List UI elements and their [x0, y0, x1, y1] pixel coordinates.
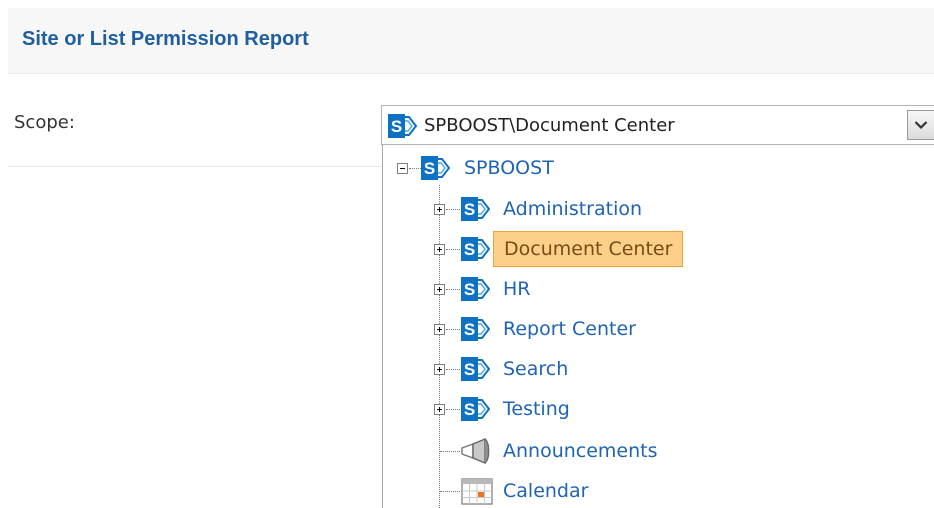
sharepoint-site-icon [420, 155, 450, 181]
chevron-down-icon [914, 121, 928, 130]
sharepoint-site-icon [460, 356, 490, 382]
tree-item-spboost[interactable]: SPBOOST [464, 155, 554, 181]
tree-item-calendar[interactable]: Calendar [503, 478, 588, 504]
tree-connector [446, 289, 460, 290]
tree-connector [439, 185, 440, 508]
permission-report-page: Site or List Permission Report Scope: SP… [0, 0, 934, 508]
tree-connector [440, 451, 460, 452]
tree-connector [446, 249, 460, 250]
calendar-list-icon [461, 478, 493, 505]
tree-item-document-center[interactable]: Document Center [493, 231, 684, 267]
expand-toggle-testing[interactable] [434, 404, 445, 415]
tree-connector [440, 491, 460, 492]
expand-toggle-document-center[interactable] [434, 244, 445, 255]
tree-item-report-center[interactable]: Report Center [503, 316, 636, 342]
tree-connector [446, 409, 460, 410]
collapse-toggle-root[interactable] [397, 163, 408, 174]
expand-toggle-search[interactable] [434, 364, 445, 375]
sharepoint-site-icon [460, 396, 490, 422]
sharepoint-site-icon [387, 113, 417, 139]
form-divider [8, 166, 384, 167]
tree-item-announcements[interactable]: Announcements [503, 438, 658, 464]
site-tree-panel: SPBOOST Administration Document Center H… [382, 145, 934, 508]
scope-selected-value: SPBOOST\Document Center [424, 115, 675, 136]
tree-connector [446, 369, 460, 370]
report-header: Site or List Permission Report [8, 8, 934, 74]
expand-toggle-report-center[interactable] [434, 324, 445, 335]
tree-item-testing[interactable]: Testing [503, 396, 570, 422]
scope-label: Scope: [14, 112, 75, 133]
sharepoint-site-icon [460, 196, 490, 222]
sharepoint-site-icon [460, 316, 490, 342]
announcements-list-icon [461, 438, 490, 464]
scope-dropdown[interactable]: SPBOOST\Document Center [381, 105, 934, 145]
tree-connector [446, 209, 460, 210]
page-title: Site or List Permission Report [22, 28, 309, 50]
dropdown-arrow-button[interactable] [907, 110, 934, 140]
sharepoint-site-icon [460, 236, 490, 262]
tree-item-search[interactable]: Search [503, 356, 568, 382]
tree-item-administration[interactable]: Administration [503, 196, 642, 222]
tree-connector [446, 329, 460, 330]
expand-toggle-hr[interactable] [434, 284, 445, 295]
expand-toggle-administration[interactable] [434, 204, 445, 215]
sharepoint-site-icon [460, 276, 490, 302]
tree-item-hr[interactable]: HR [503, 276, 531, 302]
